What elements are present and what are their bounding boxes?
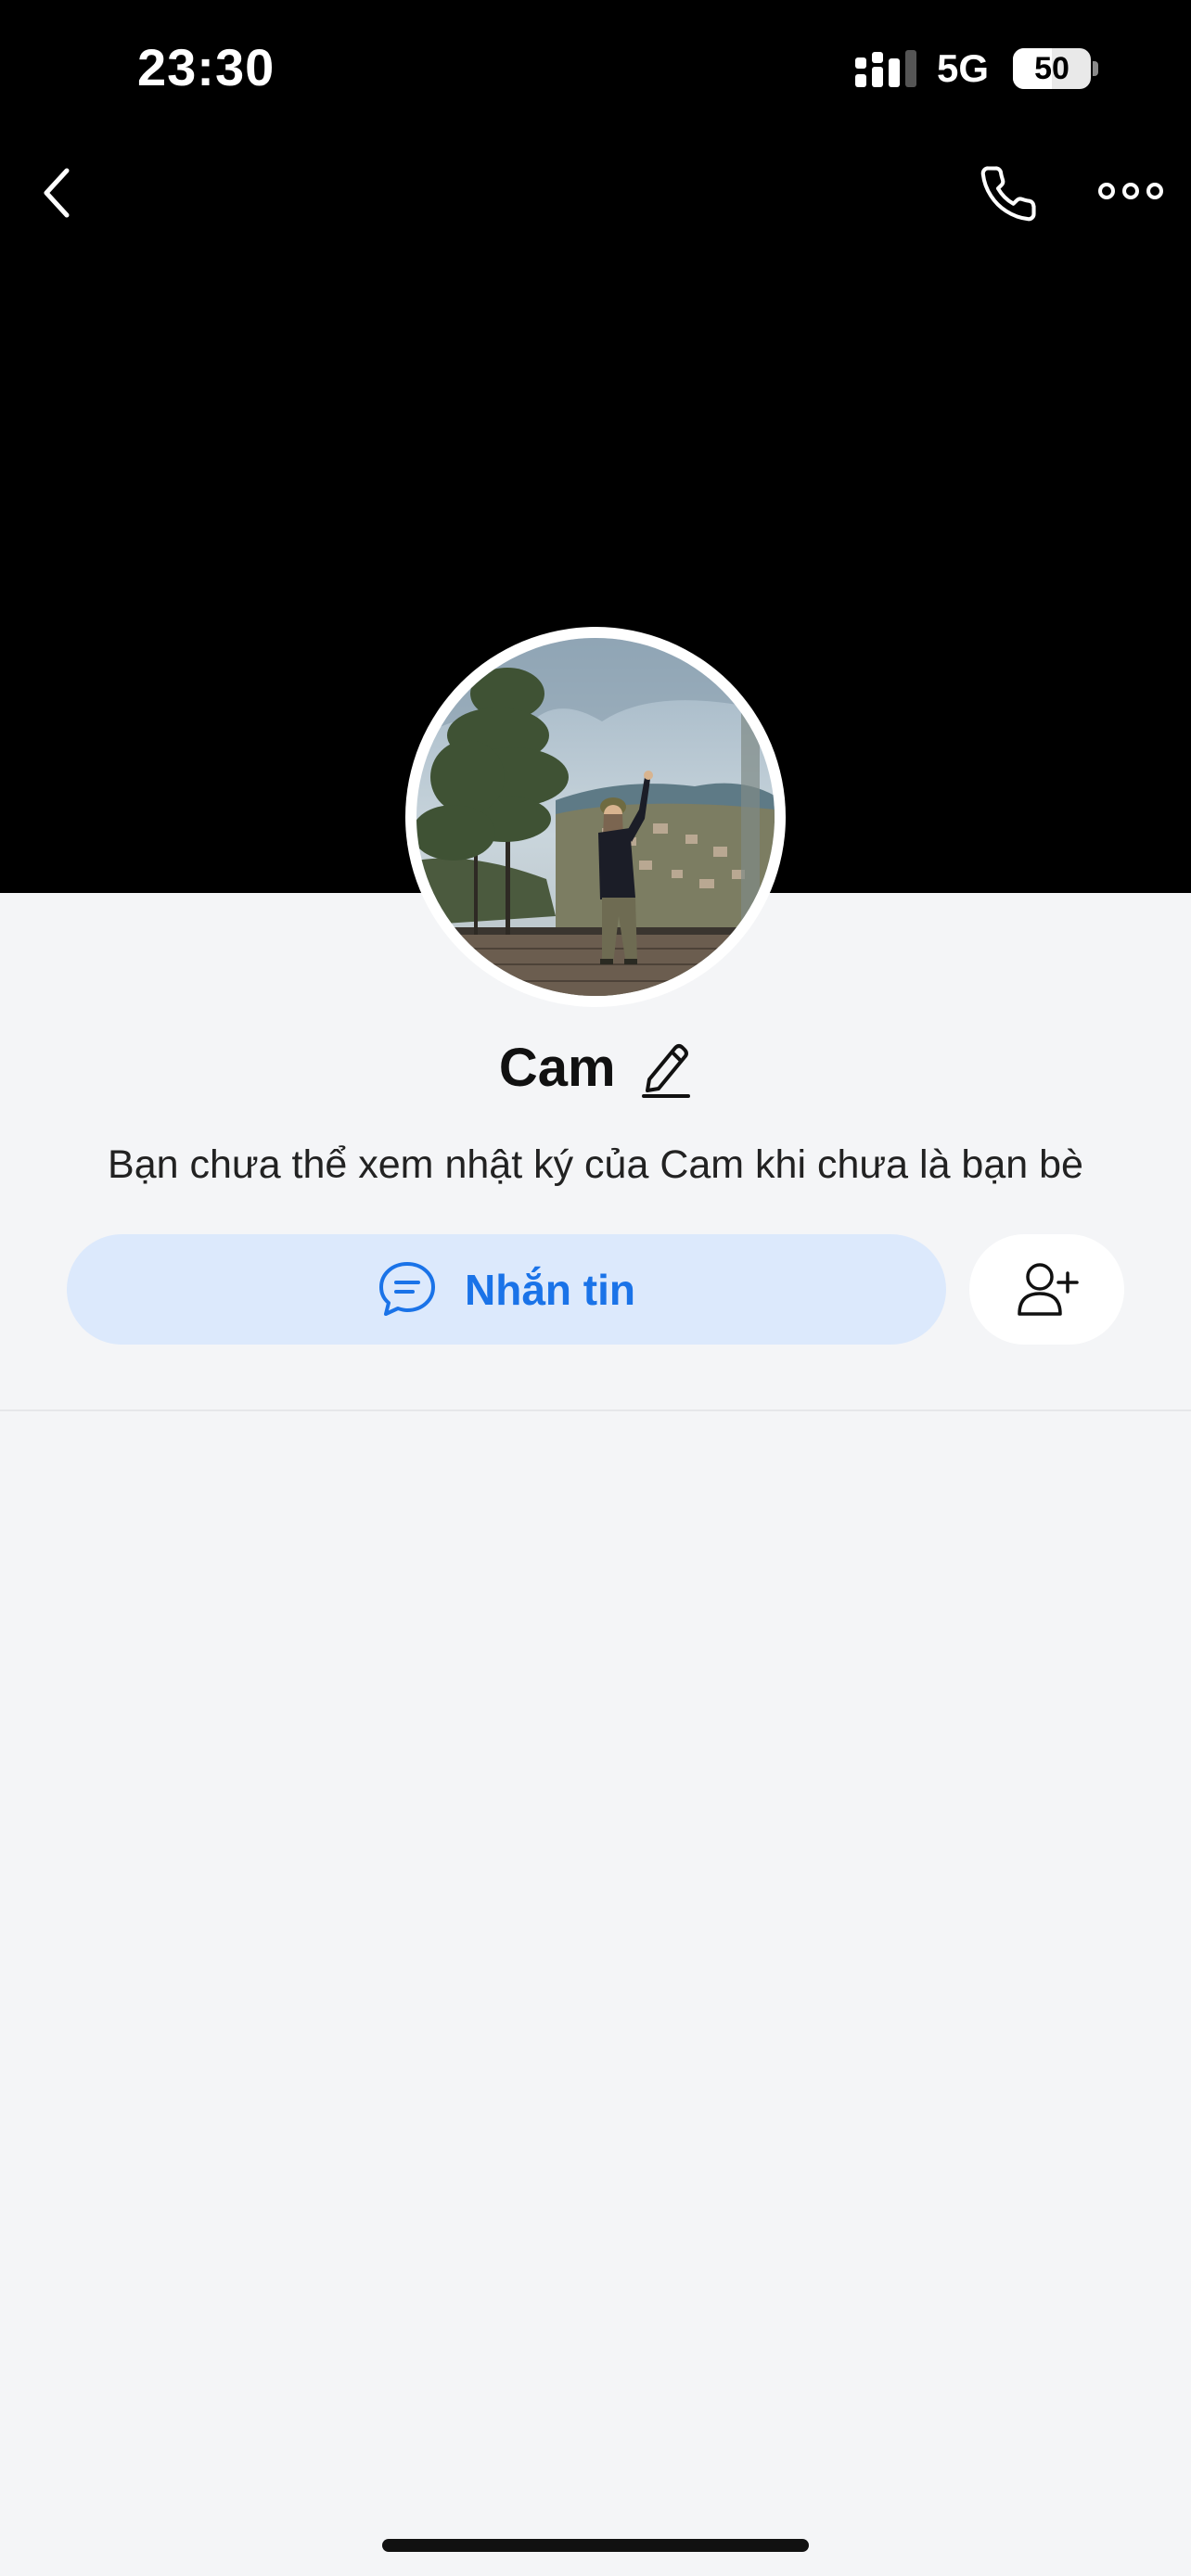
profile-name: Cam [498, 1038, 616, 1098]
signal-icon [855, 50, 916, 87]
message-button-label: Nhắn tin [465, 1265, 635, 1314]
chevron-left-icon[interactable] [37, 165, 78, 221]
avatar[interactable] [416, 638, 775, 996]
chat-bubble-icon [379, 1261, 435, 1316]
battery-percent: 50 [1034, 51, 1069, 86]
network-type: 5G [937, 46, 990, 90]
avatar-frame[interactable] [405, 627, 786, 1007]
friendship-notice: Bạn chưa thể xem nhật ký của Cam khi chư… [108, 1142, 1083, 1187]
add-user-icon [1017, 1262, 1079, 1316]
section-divider [0, 1409, 1191, 1411]
message-button[interactable]: Nhắn tin [67, 1234, 946, 1345]
status-bar: 23:30 5G 50 [0, 0, 1191, 139]
more-horizontal-icon[interactable] [1098, 176, 1163, 206]
pencil-icon[interactable] [640, 1039, 692, 1098]
status-time: 23:30 [137, 38, 275, 96]
phone-icon[interactable] [978, 163, 1039, 224]
add-friend-button[interactable] [969, 1234, 1124, 1345]
battery-indicator: 50 [1013, 48, 1098, 89]
home-indicator[interactable] [382, 2539, 809, 2552]
profile-name-row: Cam [0, 1031, 1191, 1105]
